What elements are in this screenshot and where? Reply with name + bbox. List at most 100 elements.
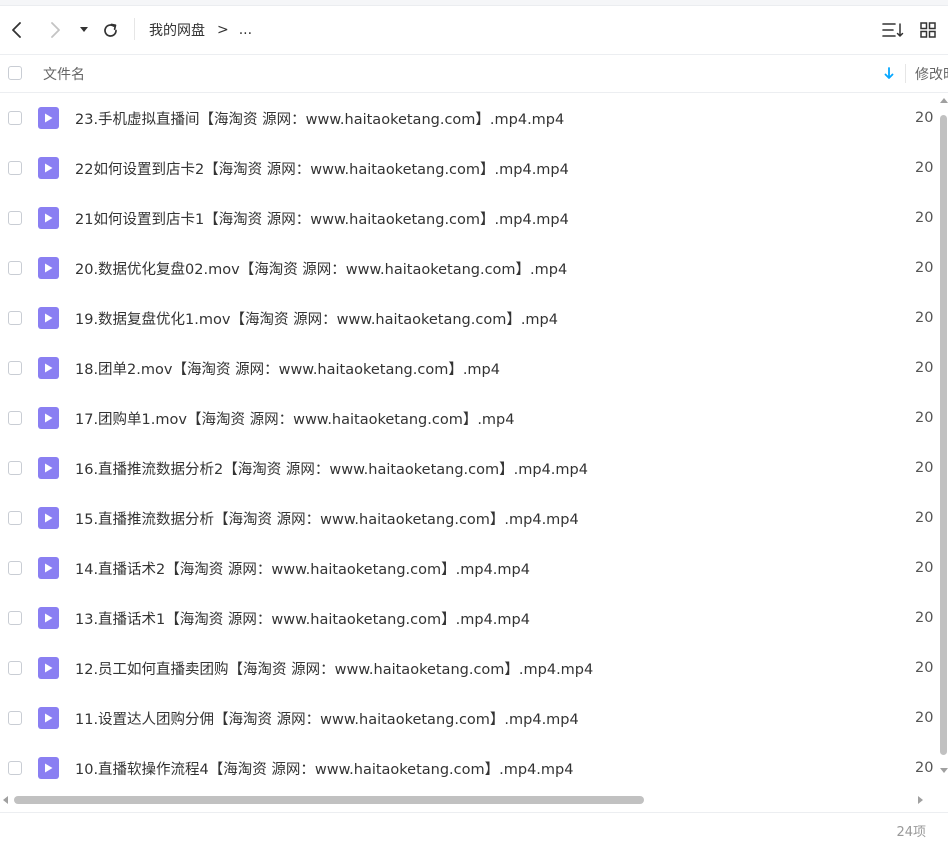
row-checkbox[interactable] xyxy=(8,461,22,475)
back-icon xyxy=(12,22,21,38)
file-name[interactable]: 20.数据优化复盘02.mov【海淘资 源网：www.haitaoketang.… xyxy=(75,243,567,293)
sort-button[interactable] xyxy=(880,6,906,54)
file-modified-date: 20 xyxy=(915,510,934,526)
video-file-icon xyxy=(38,507,59,529)
file-name[interactable]: 21如何设置到店卡1【海淘资 源网：www.haitaoketang.com】.… xyxy=(75,193,569,243)
file-name[interactable]: 12.员工如何直播卖团购【海淘资 源网：www.haitaoketang.com… xyxy=(75,643,593,693)
file-modified-date: 20 xyxy=(915,360,934,376)
file-row[interactable]: 12.员工如何直播卖团购【海淘资 源网：www.haitaoketang.com… xyxy=(0,643,938,693)
video-file-icon xyxy=(38,657,59,679)
file-name[interactable]: 10.直播软操作流程4【海淘资 源网：www.haitaoketang.com】… xyxy=(75,743,573,793)
video-file-icon xyxy=(38,457,59,479)
file-name[interactable]: 19.数据复盘优化1.mov【海淘资 源网：www.haitaoketang.c… xyxy=(75,293,558,343)
sort-icon xyxy=(882,23,904,37)
file-modified-date: 20 xyxy=(915,310,934,326)
row-checkbox[interactable] xyxy=(8,111,22,125)
column-header-modified[interactable]: 修改时 xyxy=(915,55,948,92)
file-row[interactable]: 18.团单2.mov【海淘资 源网：www.haitaoketang.com】.… xyxy=(0,343,938,393)
row-checkbox[interactable] xyxy=(8,211,22,225)
back-button[interactable] xyxy=(4,6,30,54)
file-list-header: 文件名 修改时 xyxy=(0,55,948,93)
refresh-button[interactable] xyxy=(98,6,122,54)
row-checkbox[interactable] xyxy=(8,261,22,275)
file-row[interactable]: 20.数据优化复盘02.mov【海淘资 源网：www.haitaoketang.… xyxy=(0,243,938,293)
horizontal-scroll-thumb[interactable] xyxy=(14,796,644,804)
sort-desc-icon xyxy=(884,66,894,84)
file-row[interactable]: 23.手机虚拟直播间【海淘资 源网：www.haitaoketang.com】.… xyxy=(0,93,938,143)
file-modified-date: 20 xyxy=(915,610,934,626)
video-file-icon xyxy=(38,707,59,729)
column-header-name[interactable]: 文件名 xyxy=(43,55,85,92)
row-checkbox[interactable] xyxy=(8,161,22,175)
row-checkbox[interactable] xyxy=(8,511,22,525)
file-modified-date: 20 xyxy=(915,760,934,776)
file-name[interactable]: 23.手机虚拟直播间【海淘资 源网：www.haitaoketang.com】.… xyxy=(75,93,564,143)
breadcrumb-more[interactable]: ... xyxy=(239,22,252,38)
scroll-down-icon[interactable] xyxy=(940,768,948,774)
breadcrumb-separator: > xyxy=(217,22,229,38)
file-name[interactable]: 13.直播话术1【海淘资 源网：www.haitaoketang.com】.mp… xyxy=(75,593,530,643)
history-dropdown-button[interactable] xyxy=(76,6,92,54)
video-file-icon xyxy=(38,207,59,229)
file-modified-date: 20 xyxy=(915,460,934,476)
status-bar: 24项 xyxy=(0,812,948,847)
row-checkbox[interactable] xyxy=(8,611,22,625)
row-checkbox[interactable] xyxy=(8,761,22,775)
video-file-icon xyxy=(38,357,59,379)
file-row[interactable]: 16.直播推流数据分析2【海淘资 源网：www.haitaoketang.com… xyxy=(0,443,938,493)
file-modified-date: 20 xyxy=(915,160,934,176)
row-checkbox[interactable] xyxy=(8,661,22,675)
select-all-checkbox[interactable] xyxy=(8,66,22,80)
row-checkbox[interactable] xyxy=(8,561,22,575)
scroll-left-icon[interactable] xyxy=(2,796,8,804)
file-row[interactable]: 17.团购单1.mov【海淘资 源网：www.haitaoketang.com】… xyxy=(0,393,938,443)
file-name[interactable]: 15.直播推流数据分析【海淘资 源网：www.haitaoketang.com】… xyxy=(75,493,579,543)
file-name[interactable]: 16.直播推流数据分析2【海淘资 源网：www.haitaoketang.com… xyxy=(75,443,588,493)
file-name[interactable]: 11.设置达人团购分佣【海淘资 源网：www.haitaoketang.com】… xyxy=(75,693,579,743)
file-row[interactable]: 11.设置达人团购分佣【海淘资 源网：www.haitaoketang.com】… xyxy=(0,693,938,743)
scroll-right-icon[interactable] xyxy=(918,796,924,804)
scroll-up-icon[interactable] xyxy=(940,97,948,103)
row-checkbox[interactable] xyxy=(8,311,22,325)
file-row[interactable]: 21如何设置到店卡1【海淘资 源网：www.haitaoketang.com】.… xyxy=(0,193,938,243)
file-row[interactable]: 10.直播软操作流程4【海淘资 源网：www.haitaoketang.com】… xyxy=(0,743,938,793)
file-row[interactable]: 13.直播话术1【海淘资 源网：www.haitaoketang.com】.mp… xyxy=(0,593,938,643)
file-name[interactable]: 14.直播话术2【海淘资 源网：www.haitaoketang.com】.mp… xyxy=(75,543,530,593)
video-file-icon xyxy=(38,257,59,279)
file-modified-date: 20 xyxy=(915,260,934,276)
video-file-icon xyxy=(38,757,59,779)
file-modified-date: 20 xyxy=(915,710,934,726)
file-modified-date: 20 xyxy=(915,560,934,576)
row-checkbox[interactable] xyxy=(8,711,22,725)
file-name[interactable]: 18.团单2.mov【海淘资 源网：www.haitaoketang.com】.… xyxy=(75,343,500,393)
file-modified-date: 20 xyxy=(915,410,934,426)
toolbar: 我的网盘 > ... xyxy=(0,6,948,55)
video-file-icon xyxy=(38,607,59,629)
forward-button[interactable] xyxy=(42,6,68,54)
file-name[interactable]: 22如何设置到店卡2【海淘资 源网：www.haitaoketang.com】.… xyxy=(75,143,569,193)
row-checkbox[interactable] xyxy=(8,361,22,375)
refresh-icon xyxy=(103,23,117,37)
video-file-icon xyxy=(38,307,59,329)
column-divider[interactable] xyxy=(905,64,906,83)
breadcrumb-root[interactable]: 我的网盘 xyxy=(149,20,205,40)
vertical-scroll-thumb[interactable] xyxy=(940,115,947,755)
file-row[interactable]: 22如何设置到店卡2【海淘资 源网：www.haitaoketang.com】.… xyxy=(0,143,938,193)
file-row[interactable]: 14.直播话术2【海淘资 源网：www.haitaoketang.com】.mp… xyxy=(0,543,938,593)
toolbar-divider xyxy=(134,18,135,40)
item-count: 24项 xyxy=(896,824,926,840)
dropdown-icon xyxy=(80,27,88,32)
file-row[interactable]: 19.数据复盘优化1.mov【海淘资 源网：www.haitaoketang.c… xyxy=(0,293,938,343)
file-name[interactable]: 17.团购单1.mov【海淘资 源网：www.haitaoketang.com】… xyxy=(75,393,515,443)
file-row[interactable]: 15.直播推流数据分析【海淘资 源网：www.haitaoketang.com】… xyxy=(0,493,938,543)
video-file-icon xyxy=(38,557,59,579)
video-file-icon xyxy=(38,157,59,179)
grid-view-button[interactable] xyxy=(915,6,941,54)
video-file-icon xyxy=(38,107,59,129)
file-modified-date: 20 xyxy=(915,110,934,126)
file-modified-date: 20 xyxy=(915,210,934,226)
vertical-scrollbar[interactable] xyxy=(938,93,948,783)
row-checkbox[interactable] xyxy=(8,411,22,425)
horizontal-scrollbar[interactable] xyxy=(0,793,938,807)
file-list: 23.手机虚拟直播间【海淘资 源网：www.haitaoketang.com】.… xyxy=(0,93,938,793)
